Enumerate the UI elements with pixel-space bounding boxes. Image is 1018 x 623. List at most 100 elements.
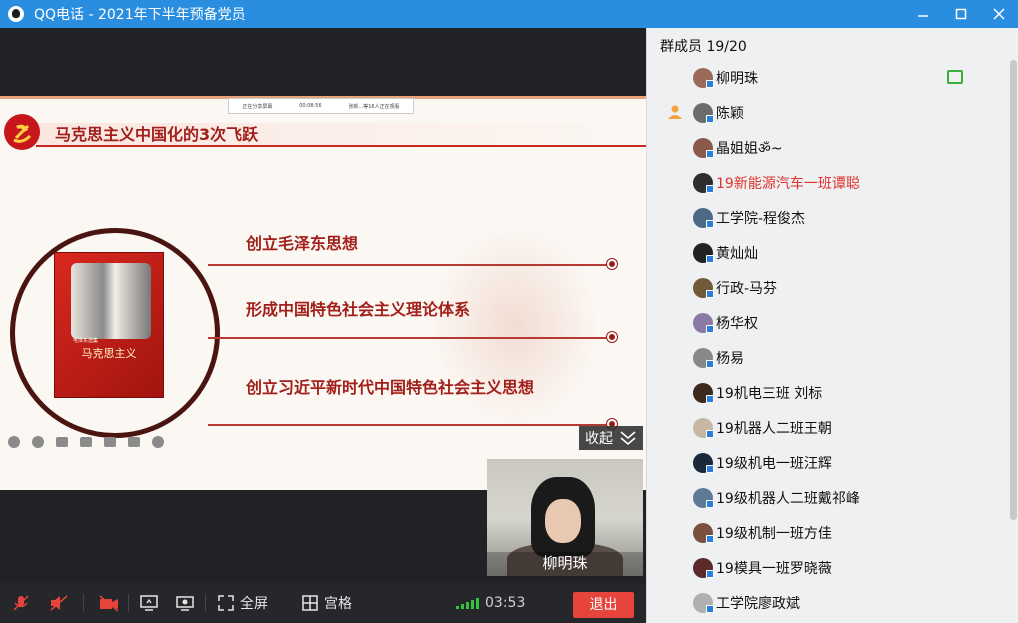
share-status: 正在分享屏幕 — [242, 103, 273, 110]
camera-off-button[interactable] — [98, 593, 118, 613]
title-bar: QQ电话 - 2021年下半年预备党员 — [0, 0, 1018, 28]
pen-icon[interactable] — [56, 437, 68, 447]
call-toolbar: 全屏 宫格 03:53 退出 — [0, 583, 646, 623]
close-icon — [993, 8, 1005, 20]
member-name: 行政-马芬 — [716, 280, 778, 297]
party-emblem-icon — [4, 114, 40, 150]
close-button[interactable] — [980, 0, 1018, 28]
shared-screen: 正在分享屏幕 00:08:56 张新...等16人正在观看 马克思主义中国化的3… — [0, 96, 646, 490]
mic-muted-button[interactable] — [11, 593, 31, 613]
video-icon[interactable] — [104, 437, 116, 447]
maximize-button[interactable] — [942, 0, 980, 28]
minimize-button[interactable] — [904, 0, 942, 28]
member-row[interactable]: 19级机电一班汪辉 — [647, 445, 1007, 480]
member-row[interactable]: 19级机制一班方佳 — [647, 515, 1007, 550]
member-panel: 群成员 19/20 柳明珠陈颖晶姐姐ॐ~ 19新能源汽车一班谭聪工学院-程俊杰 黄灿… — [646, 28, 1018, 623]
collapse-button[interactable]: 收起 — [579, 426, 643, 450]
chevron-double-down-icon — [620, 431, 636, 446]
member-list-scrollbar[interactable] — [1010, 60, 1017, 520]
self-video[interactable]: 柳明珠 — [487, 459, 643, 576]
member-row[interactable]: 19级机器人二班戴祁峰 — [647, 480, 1007, 515]
signal-strength-icon — [456, 597, 479, 609]
device-badge-icon — [706, 255, 714, 263]
member-row[interactable]: 19新能源汽车一班谭聪 — [647, 165, 1007, 200]
member-row[interactable]: 工学院-程俊杰 — [647, 200, 1007, 235]
speaker-muted-button[interactable] — [49, 593, 69, 613]
slide-item-2: 形成中国特色社会主义理论体系 — [246, 300, 471, 319]
zoom-icon[interactable] — [80, 437, 92, 447]
member-name: 19级机制一班方佳 — [716, 525, 832, 542]
fullscreen-icon[interactable] — [216, 593, 236, 613]
collapse-label: 收起 — [585, 431, 613, 447]
qq-logo-icon — [8, 6, 24, 22]
window-controls — [904, 0, 1018, 28]
member-row[interactable]: 工学院廖政斌 — [647, 585, 1007, 620]
device-badge-icon — [706, 115, 714, 123]
exit-call-button[interactable]: 退出 — [573, 592, 634, 618]
speaker-muted-icon — [50, 595, 68, 611]
item-1-dot — [607, 259, 617, 269]
share-viewers: 张新...等16人正在观看 — [348, 103, 400, 110]
item-1-line — [208, 264, 613, 266]
book-title: 马克思主义 — [81, 347, 137, 360]
self-video-name: 柳明珠 — [487, 552, 643, 576]
member-row[interactable]: 杨华权 — [647, 305, 1007, 340]
slide-controls — [8, 436, 164, 448]
member-name: 杨华权 — [716, 315, 758, 332]
member-name: 陈颖 — [716, 105, 744, 122]
member-row[interactable]: 陈颖 — [647, 95, 1007, 130]
member-row[interactable]: 杨易 — [647, 340, 1007, 375]
device-badge-icon — [706, 605, 714, 613]
device-badge-icon — [706, 185, 714, 193]
subtitle-icon[interactable] — [128, 437, 140, 447]
member-row[interactable]: 黄灿灿 — [647, 235, 1007, 270]
member-name: 19级机器人二班戴祁峰 — [716, 490, 860, 507]
member-name: 19机电三班 刘标 — [716, 385, 823, 402]
screen-share-bar: 正在分享屏幕 00:08:56 张新...等16人正在观看 — [228, 98, 414, 114]
device-badge-icon — [706, 395, 714, 403]
device-badge-icon — [706, 290, 714, 298]
member-row[interactable]: 19机电三班 刘标 — [647, 375, 1007, 410]
next-slide-icon[interactable] — [32, 436, 44, 448]
member-count-header: 群成员 19/20 — [660, 39, 747, 55]
member-name: 柳明珠 — [716, 70, 758, 87]
device-badge-icon — [706, 430, 714, 438]
more-icon[interactable] — [152, 436, 164, 448]
member-name: 19模具一班罗晓薇 — [716, 560, 832, 577]
grid-view-button[interactable]: 宫格 — [324, 593, 352, 613]
member-name: 19机器人二班王朝 — [716, 420, 832, 437]
device-badge-icon — [706, 535, 714, 543]
device-badge-icon — [706, 465, 714, 473]
member-row[interactable]: 柳明珠 — [647, 60, 1007, 95]
slide-item-1: 创立毛泽东思想 — [246, 234, 359, 253]
member-row[interactable]: 19模具一班罗晓薇 — [647, 550, 1007, 585]
portrait-image — [71, 263, 151, 339]
device-badge-icon — [706, 150, 714, 158]
fullscreen-button[interactable]: 全屏 — [240, 593, 268, 613]
item-2-dot — [607, 332, 617, 342]
prev-slide-icon[interactable] — [8, 436, 20, 448]
call-timer: 03:53 — [485, 595, 526, 611]
toolbar-divider — [128, 594, 129, 612]
device-badge-icon — [706, 570, 714, 578]
share-screen-icon — [140, 595, 158, 611]
share-screen-button[interactable] — [139, 593, 159, 613]
device-badge-icon — [706, 360, 714, 368]
host-user-icon — [667, 104, 683, 120]
effects-button[interactable] — [175, 593, 195, 613]
device-badge-icon — [706, 500, 714, 508]
camera-off-icon — [99, 595, 118, 612]
member-name: 19新能源汽车一班谭聪 — [716, 175, 860, 192]
book-subtitle: 毛泽东选集 — [73, 338, 99, 344]
member-row[interactable]: 19机器人二班王朝 — [647, 410, 1007, 445]
member-row[interactable]: 晶姐姐ॐ~ — [647, 130, 1007, 165]
device-badge-icon — [706, 325, 714, 333]
member-row[interactable]: 行政-马芬 — [647, 270, 1007, 305]
person-face — [545, 499, 581, 543]
screen-sharing-icon — [947, 70, 963, 84]
device-badge-icon — [706, 80, 714, 88]
grid-view-icon[interactable] — [300, 593, 320, 613]
maximize-icon — [955, 8, 967, 20]
item-2-line — [208, 337, 613, 339]
item-3-line — [208, 424, 613, 426]
